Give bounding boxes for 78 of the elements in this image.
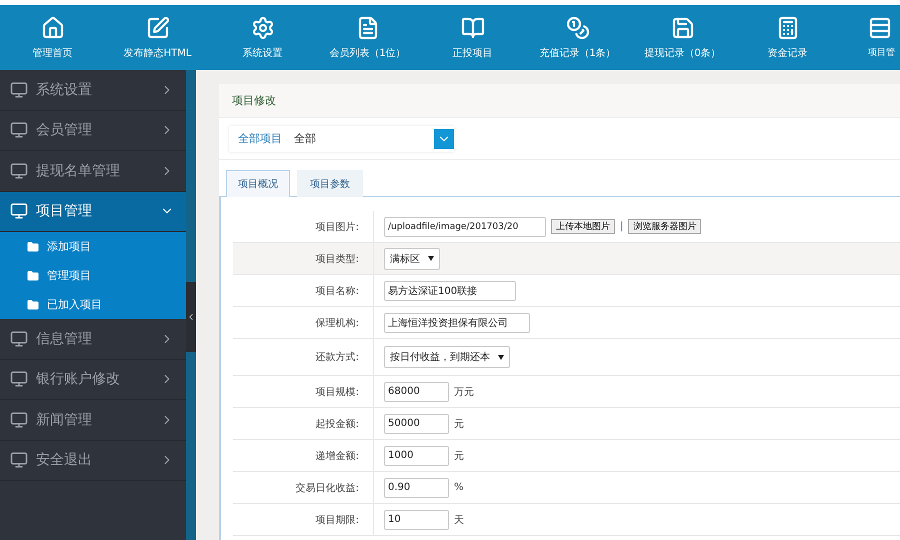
- field-label: 交易日化收益:: [233, 472, 374, 503]
- unit-label: 元: [454, 450, 464, 462]
- text-field[interactable]: 68000: [384, 382, 449, 402]
- sidebar-item[interactable]: 银行账户修改: [0, 360, 186, 400]
- field-label: 项目图片:: [233, 211, 374, 242]
- dropdown-arrow-icon: [428, 256, 434, 261]
- dropdown-button[interactable]: [434, 128, 454, 148]
- sidebar-item-label: 银行账户修改: [36, 370, 121, 388]
- sidebar-item[interactable]: 会员管理: [0, 110, 186, 151]
- field-label: 保理机构:: [233, 307, 374, 338]
- upload-button[interactable]: 上传本地图片: [551, 219, 615, 234]
- project-filter-select[interactable]: 全部项目 全部: [229, 126, 454, 152]
- list-icon: [868, 16, 892, 40]
- separator-text: |: [620, 221, 624, 232]
- submenu-item[interactable]: 已加入项目: [0, 290, 186, 319]
- field-label: 项目期限:: [233, 504, 374, 535]
- home-icon: [40, 16, 64, 40]
- nav-item[interactable]: 发布静态HTML: [105, 5, 210, 70]
- sidebar-item-label: 新闻管理: [36, 410, 93, 429]
- unit-label: 万元: [454, 386, 474, 398]
- unit-label: %: [454, 482, 464, 493]
- text-field[interactable]: 0.90: [384, 478, 449, 498]
- field-label: 项目名称:: [233, 275, 374, 306]
- select-field[interactable]: 满标区: [384, 248, 440, 270]
- nav-item[interactable]: 项目管: [840, 5, 900, 70]
- text-field[interactable]: 10: [384, 510, 449, 530]
- sidebar-item[interactable]: 安全退出: [0, 440, 186, 481]
- field-label: 递增金额:: [233, 440, 374, 471]
- unit-label: 元: [454, 418, 464, 430]
- folder-icon: [27, 240, 39, 252]
- sidebar-item-label: 信息管理: [36, 330, 93, 348]
- field-label: 起投金额:: [233, 408, 374, 439]
- nav-item[interactable]: 系统设置: [210, 5, 315, 70]
- field-label: 项目规模:: [233, 376, 374, 407]
- filter-value: 全部: [294, 131, 317, 146]
- tab[interactable]: 项目概况: [226, 170, 290, 197]
- monitor-icon: [10, 80, 28, 99]
- monitor-icon: [10, 370, 28, 388]
- sidebar-item[interactable]: 项目管理: [0, 192, 186, 232]
- monitor-icon: [10, 121, 28, 140]
- monitor-icon: [10, 410, 28, 429]
- text-field[interactable]: 1000: [384, 446, 449, 466]
- nav-item[interactable]: 充值记录（1条）: [525, 5, 630, 70]
- sidebar-item-label: 会员管理: [36, 121, 93, 140]
- select-field[interactable]: 按日付收益，到期还本: [384, 346, 510, 368]
- panel-title: 项目修改: [219, 84, 900, 118]
- book-icon: [460, 16, 484, 40]
- monitor-icon: [10, 202, 28, 220]
- sidebar-item-label: 系统设置: [36, 80, 93, 99]
- text-field[interactable]: 易方达深证100联接: [384, 280, 516, 300]
- submenu-item[interactable]: 管理项目: [0, 261, 186, 290]
- tab[interactable]: 项目参数: [297, 170, 363, 197]
- coins-icon: [566, 16, 590, 40]
- nav-item[interactable]: 正投项目: [420, 5, 525, 70]
- text-field[interactable]: 上海恒洋投资担保有限公司: [384, 312, 530, 332]
- nav-item[interactable]: 管理首页: [0, 5, 105, 70]
- submenu-item[interactable]: 添加项目: [0, 232, 186, 261]
- folder-icon: [27, 270, 39, 282]
- edit-icon: [146, 16, 170, 40]
- filter-label: 全部项目: [238, 131, 282, 146]
- field-label: 项目类型:: [233, 243, 374, 274]
- monitor-icon: [10, 451, 28, 470]
- monitor-icon: [10, 162, 28, 180]
- sidebar-item-label: 项目管理: [36, 202, 93, 220]
- nav-item[interactable]: 提现记录（0条）: [630, 5, 735, 70]
- nav-item[interactable]: 资金记录: [735, 5, 840, 70]
- unit-label: 天: [454, 514, 464, 526]
- browse-button[interactable]: 浏览服务器图片: [628, 219, 702, 234]
- sidebar-item-label: 安全退出: [36, 451, 93, 470]
- field-label: 还款方式:: [233, 339, 374, 375]
- text-field[interactable]: 50000: [384, 414, 449, 434]
- sidebar-item-label: 提现名单管理: [36, 162, 121, 180]
- image-path-field[interactable]: /uploadfile/image/201703/20: [384, 216, 546, 236]
- folder-icon: [27, 298, 39, 310]
- nav-item[interactable]: 会员列表（1位）: [315, 5, 420, 70]
- monitor-icon: [10, 330, 28, 348]
- settings-icon: [250, 16, 274, 40]
- dropdown-arrow-icon: [498, 354, 504, 360]
